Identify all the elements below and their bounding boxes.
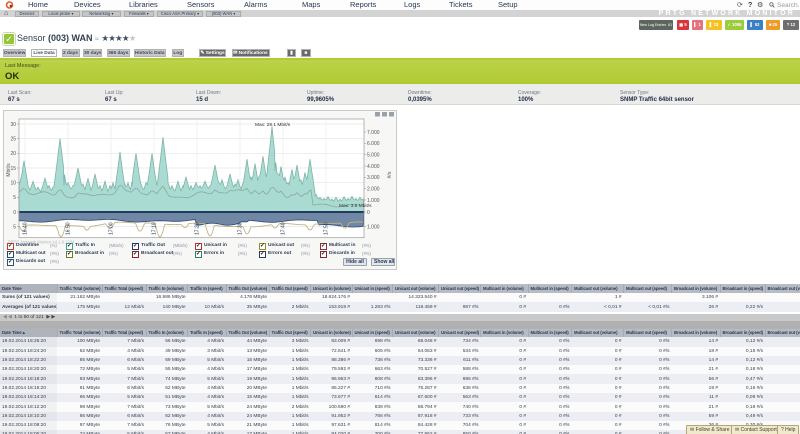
svg-text:20: 20 xyxy=(10,151,16,157)
svg-text:Max: 3.5 Mbit/s: Max: 3.5 Mbit/s xyxy=(339,203,372,209)
svg-text:#/s: #/s xyxy=(387,171,393,178)
svg-text:17:40: 17:40 xyxy=(281,222,287,235)
svg-text:5: 5 xyxy=(13,225,16,231)
svg-text:5.000: 5.000 xyxy=(367,153,380,159)
svg-text:2.000: 2.000 xyxy=(367,187,380,193)
svg-text:1.000: 1.000 xyxy=(367,198,380,204)
svg-text:17:50: 17:50 xyxy=(324,222,330,235)
svg-text:17:30: 17:30 xyxy=(238,222,244,235)
svg-text:17:00: 17:00 xyxy=(109,222,115,235)
svg-text:17:20: 17:20 xyxy=(195,222,201,235)
svg-text:16:50: 16:50 xyxy=(66,222,72,235)
svg-text:10: 10 xyxy=(10,181,16,187)
svg-text:0: 0 xyxy=(13,210,16,216)
svg-text:7.000: 7.000 xyxy=(367,130,380,136)
svg-text:17:10: 17:10 xyxy=(152,222,158,235)
svg-text:30: 30 xyxy=(10,122,16,128)
svg-text:5: 5 xyxy=(13,195,16,201)
svg-text:0: 0 xyxy=(367,210,370,216)
svg-text:16:40: 16:40 xyxy=(23,222,29,235)
svg-text:1.000: 1.000 xyxy=(367,225,380,231)
svg-text:4.000: 4.000 xyxy=(367,164,380,170)
svg-text:Mbit/s: Mbit/s xyxy=(6,163,12,177)
svg-text:Max: 29.1 Mbit/s: Max: 29.1 Mbit/s xyxy=(255,122,291,128)
svg-text:25: 25 xyxy=(10,137,16,143)
svg-text:3.000: 3.000 xyxy=(367,175,380,181)
svg-text:6.000: 6.000 xyxy=(367,141,380,147)
